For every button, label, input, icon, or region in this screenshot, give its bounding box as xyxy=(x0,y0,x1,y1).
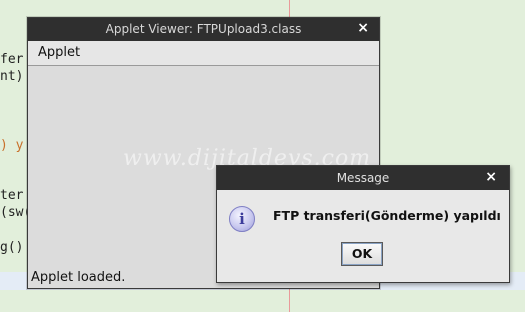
applet-status-text: Applet loaded. xyxy=(31,270,126,285)
dialog-title-bar[interactable]: Message × xyxy=(217,166,509,190)
applet-window-title: Applet Viewer: FTPUpload3.class xyxy=(105,22,302,36)
applet-menubar: Applet xyxy=(28,41,379,66)
applet-close-icon[interactable]: × xyxy=(357,20,369,36)
info-icon: i xyxy=(229,206,255,232)
code-fragment: nt) xyxy=(0,69,24,84)
applet-title-bar[interactable]: Applet Viewer: FTPUpload3.class × xyxy=(28,18,379,41)
code-fragment: ter xyxy=(0,188,24,203)
menu-applet[interactable]: Applet xyxy=(38,45,80,60)
dialog-close-icon[interactable]: × xyxy=(485,169,497,185)
message-dialog: Message × i FTP transferi(Gönderme) yapı… xyxy=(216,165,510,283)
code-fragment: fer xyxy=(0,52,24,67)
code-fragment: ) y xyxy=(0,138,24,153)
dialog-message: FTP transferi(Gönderme) yapıldı xyxy=(273,208,501,223)
dialog-title: Message xyxy=(336,171,390,185)
code-fragment: g() xyxy=(0,240,24,255)
ok-button[interactable]: OK xyxy=(341,242,383,266)
